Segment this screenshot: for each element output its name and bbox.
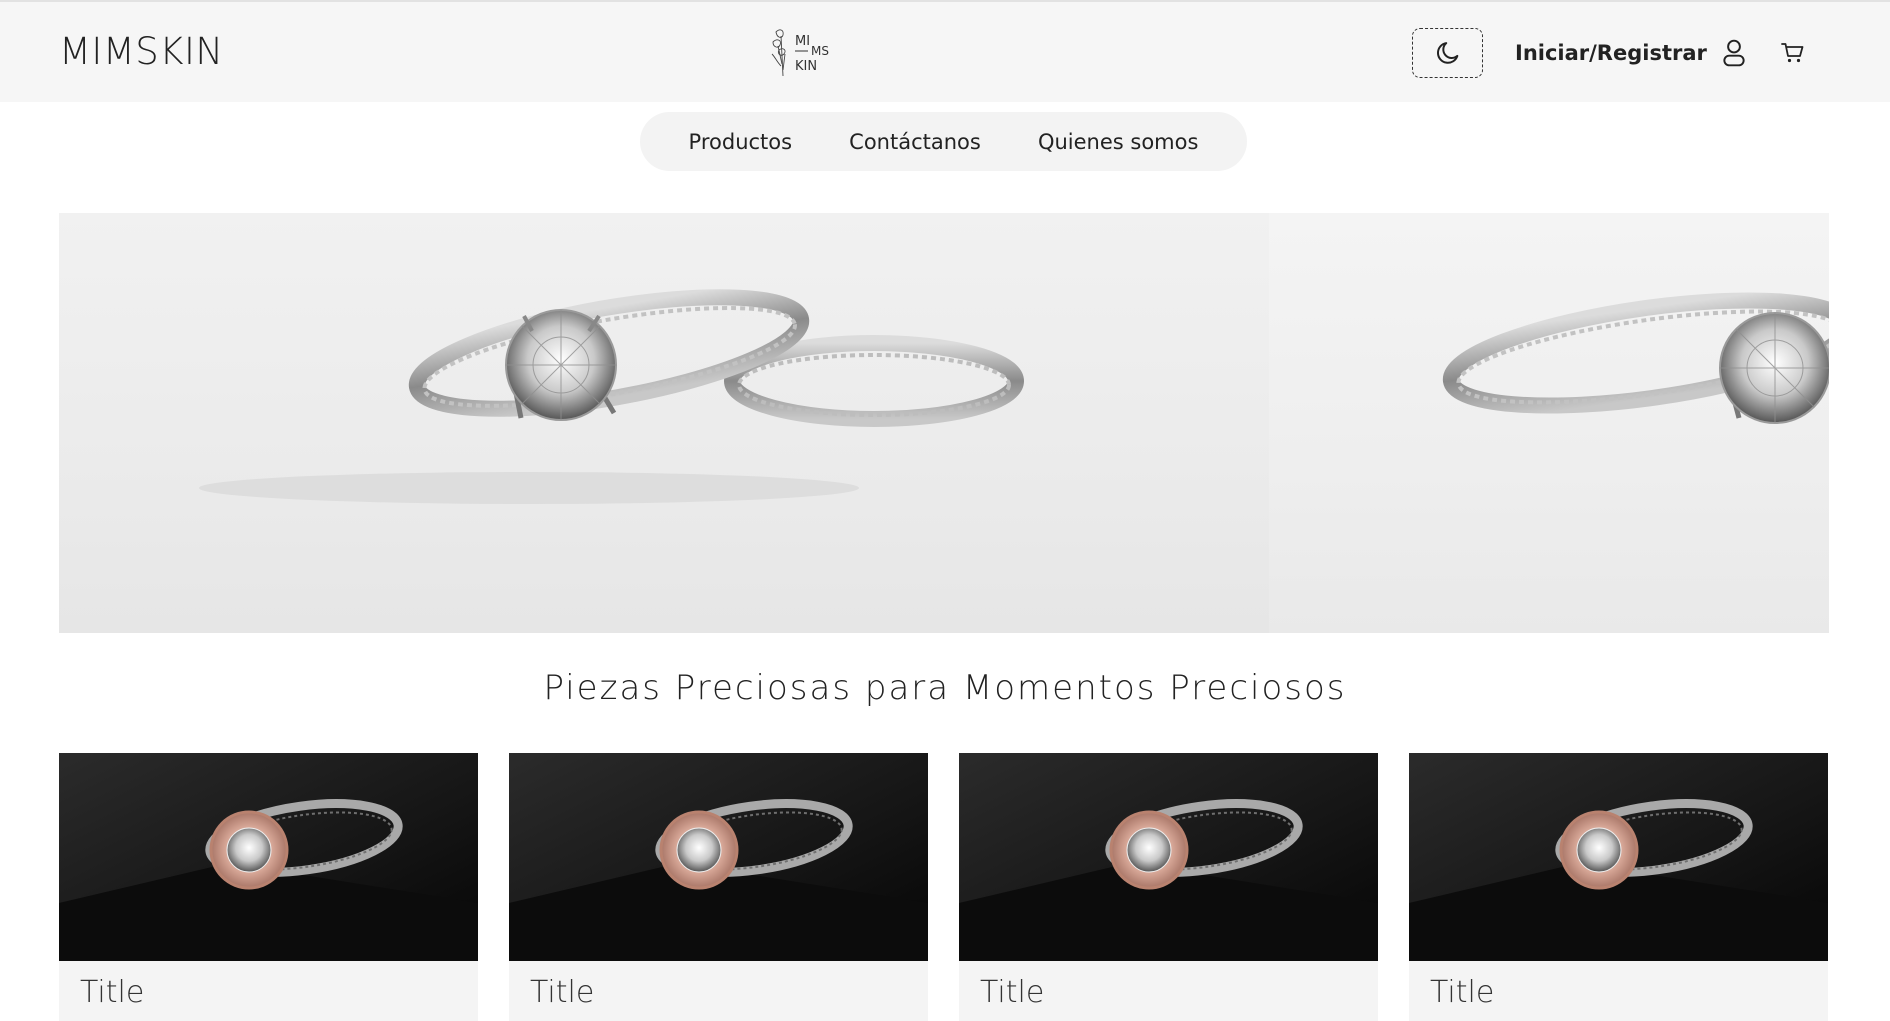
product-title: Title (530, 975, 595, 1010)
site-header: MIMSKIN MI MS KIN Iniciar/Registrar (0, 0, 1890, 102)
product-image (959, 753, 1378, 961)
cart-icon (1781, 43, 1804, 63)
engagement-ring-image (1442, 292, 1829, 424)
product-card[interactable]: Title (509, 753, 928, 1021)
hero-slide (59, 213, 1269, 633)
product-title: Title (1430, 975, 1495, 1010)
logo-icon[interactable]: MI MS KIN (768, 24, 834, 80)
brand-name[interactable]: MIMSKIN (59, 30, 224, 73)
engagement-ring-image (199, 289, 1024, 504)
nav-item-contactanos[interactable]: Contáctanos (835, 122, 995, 162)
product-image (1409, 753, 1828, 961)
product-title: Title (80, 975, 145, 1010)
nav-item-productos[interactable]: Productos (675, 122, 807, 162)
product-image (59, 753, 478, 961)
hero-slide (1269, 213, 1829, 633)
logo-text-top: MI (795, 34, 810, 49)
moon-icon (1436, 42, 1458, 64)
main-nav: Productos Contáctanos Quienes somos (640, 112, 1247, 171)
login-register-label: Iniciar/Registrar (1515, 41, 1707, 65)
nav-item-quienes-somos[interactable]: Quienes somos (1024, 122, 1212, 162)
theme-toggle-button[interactable] (1412, 28, 1483, 78)
logo-text-bottom: KIN (795, 59, 817, 74)
cart-button[interactable] (1778, 38, 1808, 68)
product-card[interactable]: Title (59, 753, 478, 1021)
product-card[interactable]: Title (959, 753, 1378, 1021)
product-image (509, 753, 928, 961)
login-register-button[interactable]: Iniciar/Registrar (1515, 33, 1747, 73)
logo-text-mid: MS (811, 44, 829, 58)
product-title: Title (980, 975, 1045, 1010)
section-title: Piezas Preciosas para Momentos Preciosos (543, 668, 1347, 708)
user-icon (1723, 39, 1745, 67)
hero-carousel[interactable] (59, 213, 1829, 633)
product-card[interactable]: Title (1409, 753, 1828, 1021)
